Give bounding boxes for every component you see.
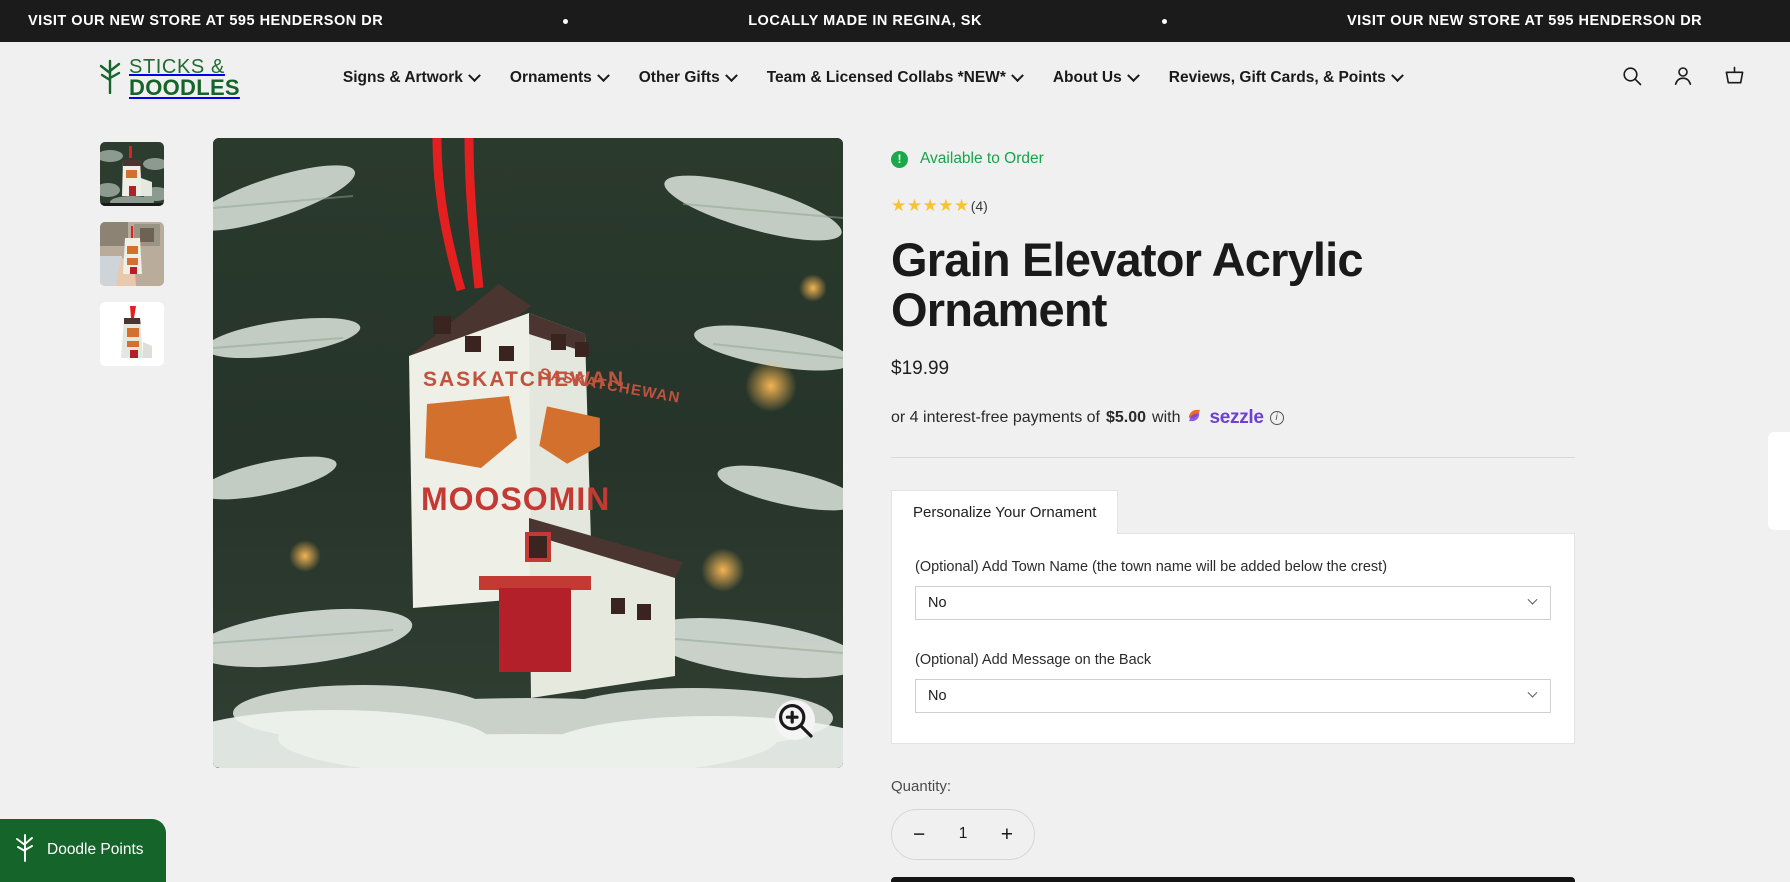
- nav-item-about-us[interactable]: About Us: [1052, 68, 1140, 87]
- personalize-tab-list: Personalize Your Ornament: [891, 489, 1575, 534]
- section-divider: [891, 456, 1575, 458]
- announcement-separator-dot: [563, 18, 569, 24]
- announcement-item: VISIT OUR NEW STORE AT 595 HENDERSON DR: [1346, 13, 1703, 29]
- sezzle-with-label: with: [1152, 408, 1181, 426]
- main-navigation: Signs & Artwork Ornaments Other Gifts Te…: [342, 68, 1404, 87]
- add-to-cart-button[interactable]: [891, 876, 1575, 882]
- chevron-down-icon: [1527, 594, 1538, 605]
- tree-branch-icon: [14, 832, 36, 867]
- field-label-town-name: (Optional) Add Town Name (the town name …: [915, 558, 1388, 575]
- quantity-label: Quantity:: [891, 777, 952, 795]
- chevron-down-icon: [1527, 687, 1538, 698]
- select-message-on-back-value: No: [928, 687, 947, 704]
- gallery-thumbnail-ornament-held-in-hand[interactable]: [100, 222, 164, 286]
- quantity-stepper: − 1 +: [891, 808, 1035, 860]
- image-zoom-button[interactable]: [775, 700, 815, 740]
- nav-item-reviews-gift-cards-points[interactable]: Reviews, Gift Cards, & Points: [1168, 68, 1404, 87]
- availability-status: ! Available to Order: [891, 150, 1575, 168]
- svg-text:MOOSOMIN: MOOSOMIN: [421, 481, 610, 517]
- chevron-down-icon: [1126, 68, 1140, 82]
- gallery-thumbnail-ornament-on-snowy-tree[interactable]: [100, 142, 164, 206]
- select-town-name-value: No: [928, 594, 947, 611]
- announcement-track: VISIT OUR NEW STORE AT 595 HENDERSON DR …: [0, 13, 1790, 29]
- sezzle-installment-amount: $5.00: [1105, 408, 1147, 426]
- search-icon[interactable]: [1621, 65, 1643, 92]
- sezzle-wordmark: sezzle: [1209, 406, 1264, 428]
- availability-label: Available to Order: [920, 150, 1044, 167]
- personalize-panel: Personalize Your Ornament (Optional) Add…: [891, 489, 1575, 744]
- product-hero-image[interactable]: SASKATCHEWAN MOOSOMIN SASKATCHEWAN: [213, 138, 843, 768]
- product-rating[interactable]: ★★★★★ (4): [891, 197, 1575, 214]
- logo-line-1: STICKS &: [129, 56, 225, 78]
- nav-label: Signs & Artwork: [342, 69, 463, 86]
- product-title: Grain Elevator Acrylic Ornament: [891, 233, 1364, 336]
- sezzle-logo-icon: [1186, 407, 1203, 429]
- announcement-bar: VISIT OUR NEW STORE AT 595 HENDERSON DR …: [0, 0, 1790, 42]
- quantity-value[interactable]: 1: [959, 825, 968, 843]
- product-info-panel: ! Available to Order ★★★★★ (4) Grain Ele…: [843, 138, 1633, 882]
- nav-label: Ornaments: [509, 69, 592, 86]
- field-label-message-on-back: (Optional) Add Message on the Back: [915, 651, 1152, 668]
- nav-item-signs-artwork[interactable]: Signs & Artwork: [342, 68, 481, 87]
- nav-label: Other Gifts: [638, 69, 720, 86]
- announcement-separator-dot: [1161, 18, 1167, 24]
- announcement-item: LOCALLY MADE IN REGINA, SK: [748, 13, 982, 29]
- info-icon[interactable]: i: [1269, 410, 1284, 425]
- rating-stars: ★★★★★: [891, 196, 970, 215]
- chevron-down-icon: [1010, 68, 1024, 82]
- chevron-down-icon: [1390, 68, 1404, 82]
- select-town-name[interactable]: No: [915, 585, 1551, 620]
- nav-label: Team & Licensed Collabs *NEW*: [766, 69, 1006, 86]
- sezzle-financing-message: or 4 interest-free payments of $5.00 wit…: [891, 407, 1575, 429]
- quantity-decrease-button[interactable]: −: [913, 824, 925, 845]
- personalize-panel-body: (Optional) Add Town Name (the town name …: [891, 532, 1575, 744]
- header-icon-group: [1621, 64, 1746, 92]
- select-message-on-back[interactable]: No: [915, 678, 1551, 713]
- cart-icon[interactable]: [1723, 64, 1746, 92]
- sezzle-prefix: or 4 interest-free payments of: [891, 408, 1100, 426]
- nav-item-team-licensed-collabs[interactable]: Team & Licensed Collabs *NEW*: [766, 68, 1024, 87]
- tree-branch-icon: [98, 58, 124, 99]
- chevron-down-icon: [468, 68, 481, 82]
- announcement-item: VISIT OUR NEW STORE AT 595 HENDERSON DR: [28, 13, 384, 29]
- doodle-points-label: Doodle Points: [47, 840, 144, 858]
- gallery-thumbnail-ornament-on-white-background[interactable]: [100, 302, 164, 366]
- nav-item-other-gifts[interactable]: Other Gifts: [638, 68, 738, 87]
- tab-personalize-your-ornament[interactable]: Personalize Your Ornament: [891, 489, 1119, 534]
- site-logo[interactable]: STICKS & DOODLES: [98, 57, 240, 99]
- account-icon[interactable]: [1672, 65, 1694, 92]
- product-gallery: SASKATCHEWAN MOOSOMIN SASKATCHEWAN: [0, 138, 843, 882]
- side-drawer-tab[interactable]: [1768, 432, 1790, 530]
- quantity-increase-button[interactable]: +: [1001, 824, 1013, 845]
- product-page-main: SASKATCHEWAN MOOSOMIN SASKATCHEWAN ! Ava…: [0, 114, 1790, 882]
- logo-line-2: DOODLES: [129, 75, 240, 100]
- nav-label: About Us: [1052, 69, 1122, 86]
- chevron-down-icon: [724, 68, 738, 82]
- rating-review-count: (4): [970, 197, 988, 214]
- nav-item-ornaments[interactable]: Ornaments: [509, 68, 610, 87]
- chevron-down-icon: [596, 68, 610, 82]
- gallery-thumbnail-list: [100, 138, 164, 882]
- nav-label: Reviews, Gift Cards, & Points: [1168, 69, 1386, 86]
- site-header: STICKS & DOODLES Signs & Artwork Ornamen…: [0, 42, 1790, 114]
- exclamation-circle-icon: !: [891, 150, 908, 168]
- product-price: $19.99: [891, 357, 950, 379]
- doodle-points-widget[interactable]: Doodle Points: [0, 819, 166, 882]
